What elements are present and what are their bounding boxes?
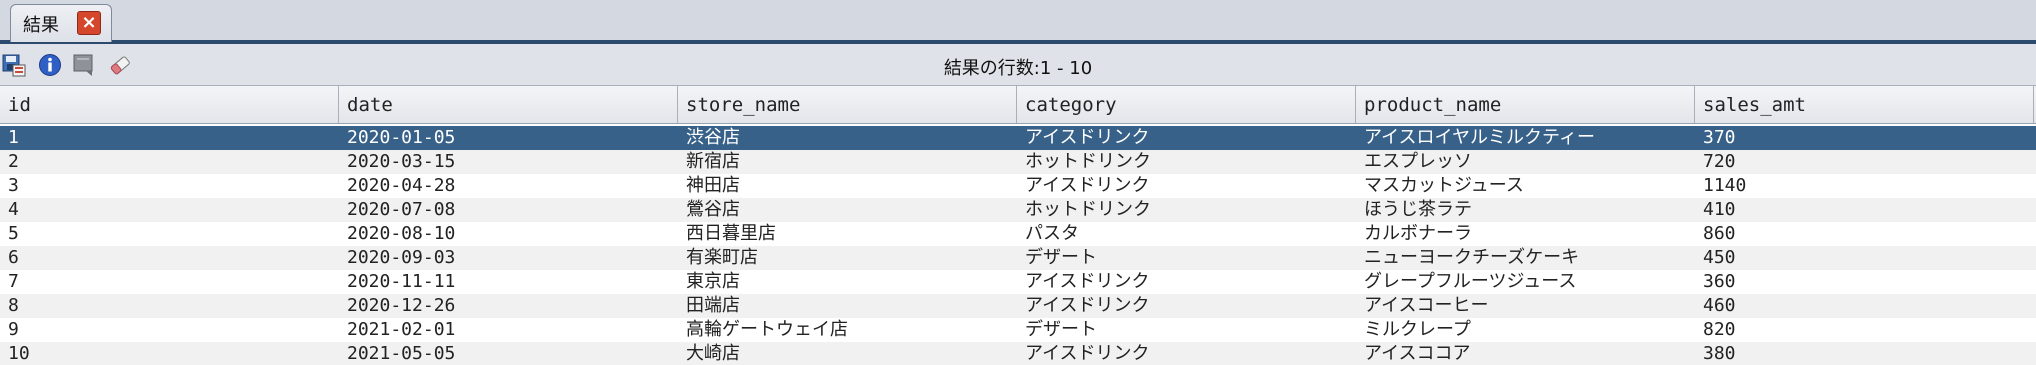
cell-date[interactable]: 2020-04-28 <box>339 174 678 198</box>
tab-results[interactable]: 結果 × <box>10 4 112 42</box>
cell-category[interactable]: パスタ <box>1017 222 1356 246</box>
grid-header: id date store_name category product_name… <box>0 86 2036 124</box>
cell-id[interactable]: 6 <box>0 246 339 270</box>
cell-store-name[interactable]: 田端店 <box>678 294 1017 318</box>
cell-date[interactable]: 2020-12-26 <box>339 294 678 318</box>
cell-product-name[interactable]: ニューヨークチーズケーキ <box>1356 246 1695 270</box>
cell-sales-amt[interactable]: 380 <box>1695 342 2034 365</box>
cell-category[interactable]: アイスドリンク <box>1017 270 1356 294</box>
column-header-date[interactable]: date <box>339 86 678 123</box>
cell-date[interactable]: 2020-08-10 <box>339 222 678 246</box>
cell-category[interactable]: ホットドリンク <box>1017 198 1356 222</box>
cell-id[interactable]: 9 <box>0 318 339 342</box>
cell-date[interactable]: 2021-02-01 <box>339 318 678 342</box>
cell-category[interactable]: アイスドリンク <box>1017 342 1356 365</box>
cell-id[interactable]: 4 <box>0 198 339 222</box>
cell-id[interactable]: 8 <box>0 294 339 318</box>
column-header-product-name[interactable]: product_name <box>1356 86 1695 123</box>
cell-sales-amt[interactable]: 450 <box>1695 246 2034 270</box>
cell-date[interactable]: 2020-03-15 <box>339 150 678 174</box>
cell-sales-amt[interactable]: 820 <box>1695 318 2034 342</box>
column-header-sales-amt[interactable]: sales_amt <box>1695 86 2034 123</box>
cell-product-name[interactable]: カルボナーラ <box>1356 222 1695 246</box>
cell-date[interactable]: 2020-07-08 <box>339 198 678 222</box>
cell-date[interactable]: 2020-01-05 <box>339 126 678 150</box>
table-row[interactable]: 8 2020-12-26 田端店 アイスドリンク アイスコーヒー 460 <box>0 294 2036 318</box>
cell-id[interactable]: 1 <box>0 126 339 150</box>
column-header-id[interactable]: id <box>0 86 339 123</box>
cell-sales-amt[interactable]: 460 <box>1695 294 2034 318</box>
cell-sales-amt[interactable]: 410 <box>1695 198 2034 222</box>
cell-store-name[interactable]: 鶯谷店 <box>678 198 1017 222</box>
cell-store-name[interactable]: 渋谷店 <box>678 126 1017 150</box>
cell-id[interactable]: 2 <box>0 150 339 174</box>
cell-id[interactable]: 10 <box>0 342 339 365</box>
table-row[interactable]: 1 2020-01-05 渋谷店 アイスドリンク アイスロイヤルミルクティー 370 <box>0 126 2036 150</box>
tab-bar: 結果 × <box>0 0 2036 44</box>
cell-sales-amt[interactable]: 720 <box>1695 150 2034 174</box>
cell-store-name[interactable]: 有楽町店 <box>678 246 1017 270</box>
cell-category[interactable]: アイスドリンク <box>1017 294 1356 318</box>
cell-id[interactable]: 7 <box>0 270 339 294</box>
cell-product-name[interactable]: グレープフルーツジュース <box>1356 270 1695 294</box>
cell-date[interactable]: 2020-11-11 <box>339 270 678 294</box>
table-row[interactable]: 10 2021-05-05 大崎店 アイスドリンク アイスココア 380 <box>0 342 2036 365</box>
cell-store-name[interactable]: 西日暮里店 <box>678 222 1017 246</box>
cell-sales-amt[interactable]: 860 <box>1695 222 2034 246</box>
cell-category[interactable]: デザート <box>1017 246 1356 270</box>
table-row[interactable]: 7 2020-11-11 東京店 アイスドリンク グレープフルーツジュース 360 <box>0 270 2036 294</box>
cell-product-name[interactable]: ミルクレープ <box>1356 318 1695 342</box>
tab-label: 結果 <box>23 14 59 36</box>
table-row[interactable]: 6 2020-09-03 有楽町店 デザート ニューヨークチーズケーキ 450 <box>0 246 2036 270</box>
cell-sales-amt[interactable]: 370 <box>1695 126 2034 150</box>
close-icon[interactable]: × <box>77 11 101 35</box>
table-row[interactable]: 5 2020-08-10 西日暮里店 パスタ カルボナーラ 860 <box>0 222 2036 246</box>
cell-id[interactable]: 3 <box>0 174 339 198</box>
cell-id[interactable]: 5 <box>0 222 339 246</box>
cell-product-name[interactable]: アイスココア <box>1356 342 1695 365</box>
column-header-store-name[interactable]: store_name <box>678 86 1017 123</box>
cell-category[interactable]: アイスドリンク <box>1017 126 1356 150</box>
cell-date[interactable]: 2021-05-05 <box>339 342 678 365</box>
results-grid: id date store_name category product_name… <box>0 86 2036 365</box>
cell-store-name[interactable]: 神田店 <box>678 174 1017 198</box>
table-row[interactable]: 2 2020-03-15 新宿店 ホットドリンク エスプレッソ 720 <box>0 150 2036 174</box>
cell-sales-amt[interactable]: 1140 <box>1695 174 2034 198</box>
cell-category[interactable]: デザート <box>1017 318 1356 342</box>
cell-product-name[interactable]: マスカットジュース <box>1356 174 1695 198</box>
cell-store-name[interactable]: 高輪ゲートウェイ店 <box>678 318 1017 342</box>
cell-product-name[interactable]: アイスコーヒー <box>1356 294 1695 318</box>
cell-category[interactable]: アイスドリンク <box>1017 174 1356 198</box>
results-toolbar: 結果の行数:1 - 10 <box>0 44 2036 86</box>
table-row[interactable]: 9 2021-02-01 高輪ゲートウェイ店 デザート ミルクレープ 820 <box>0 318 2036 342</box>
table-row[interactable]: 4 2020-07-08 鶯谷店 ホットドリンク ほうじ茶ラテ 410 <box>0 198 2036 222</box>
cell-store-name[interactable]: 大崎店 <box>678 342 1017 365</box>
cell-store-name[interactable]: 新宿店 <box>678 150 1017 174</box>
column-header-category[interactable]: category <box>1017 86 1356 123</box>
cell-category[interactable]: ホットドリンク <box>1017 150 1356 174</box>
cell-product-name[interactable]: エスプレッソ <box>1356 150 1695 174</box>
cell-product-name[interactable]: アイスロイヤルミルクティー <box>1356 126 1695 150</box>
cell-store-name[interactable]: 東京店 <box>678 270 1017 294</box>
result-count: 結果の行数:1 - 10 <box>943 58 1093 79</box>
table-row[interactable]: 3 2020-04-28 神田店 アイスドリンク マスカットジュース 1140 <box>0 174 2036 198</box>
cell-date[interactable]: 2020-09-03 <box>339 246 678 270</box>
cell-product-name[interactable]: ほうじ茶ラテ <box>1356 198 1695 222</box>
cell-sales-amt[interactable]: 360 <box>1695 270 2034 294</box>
